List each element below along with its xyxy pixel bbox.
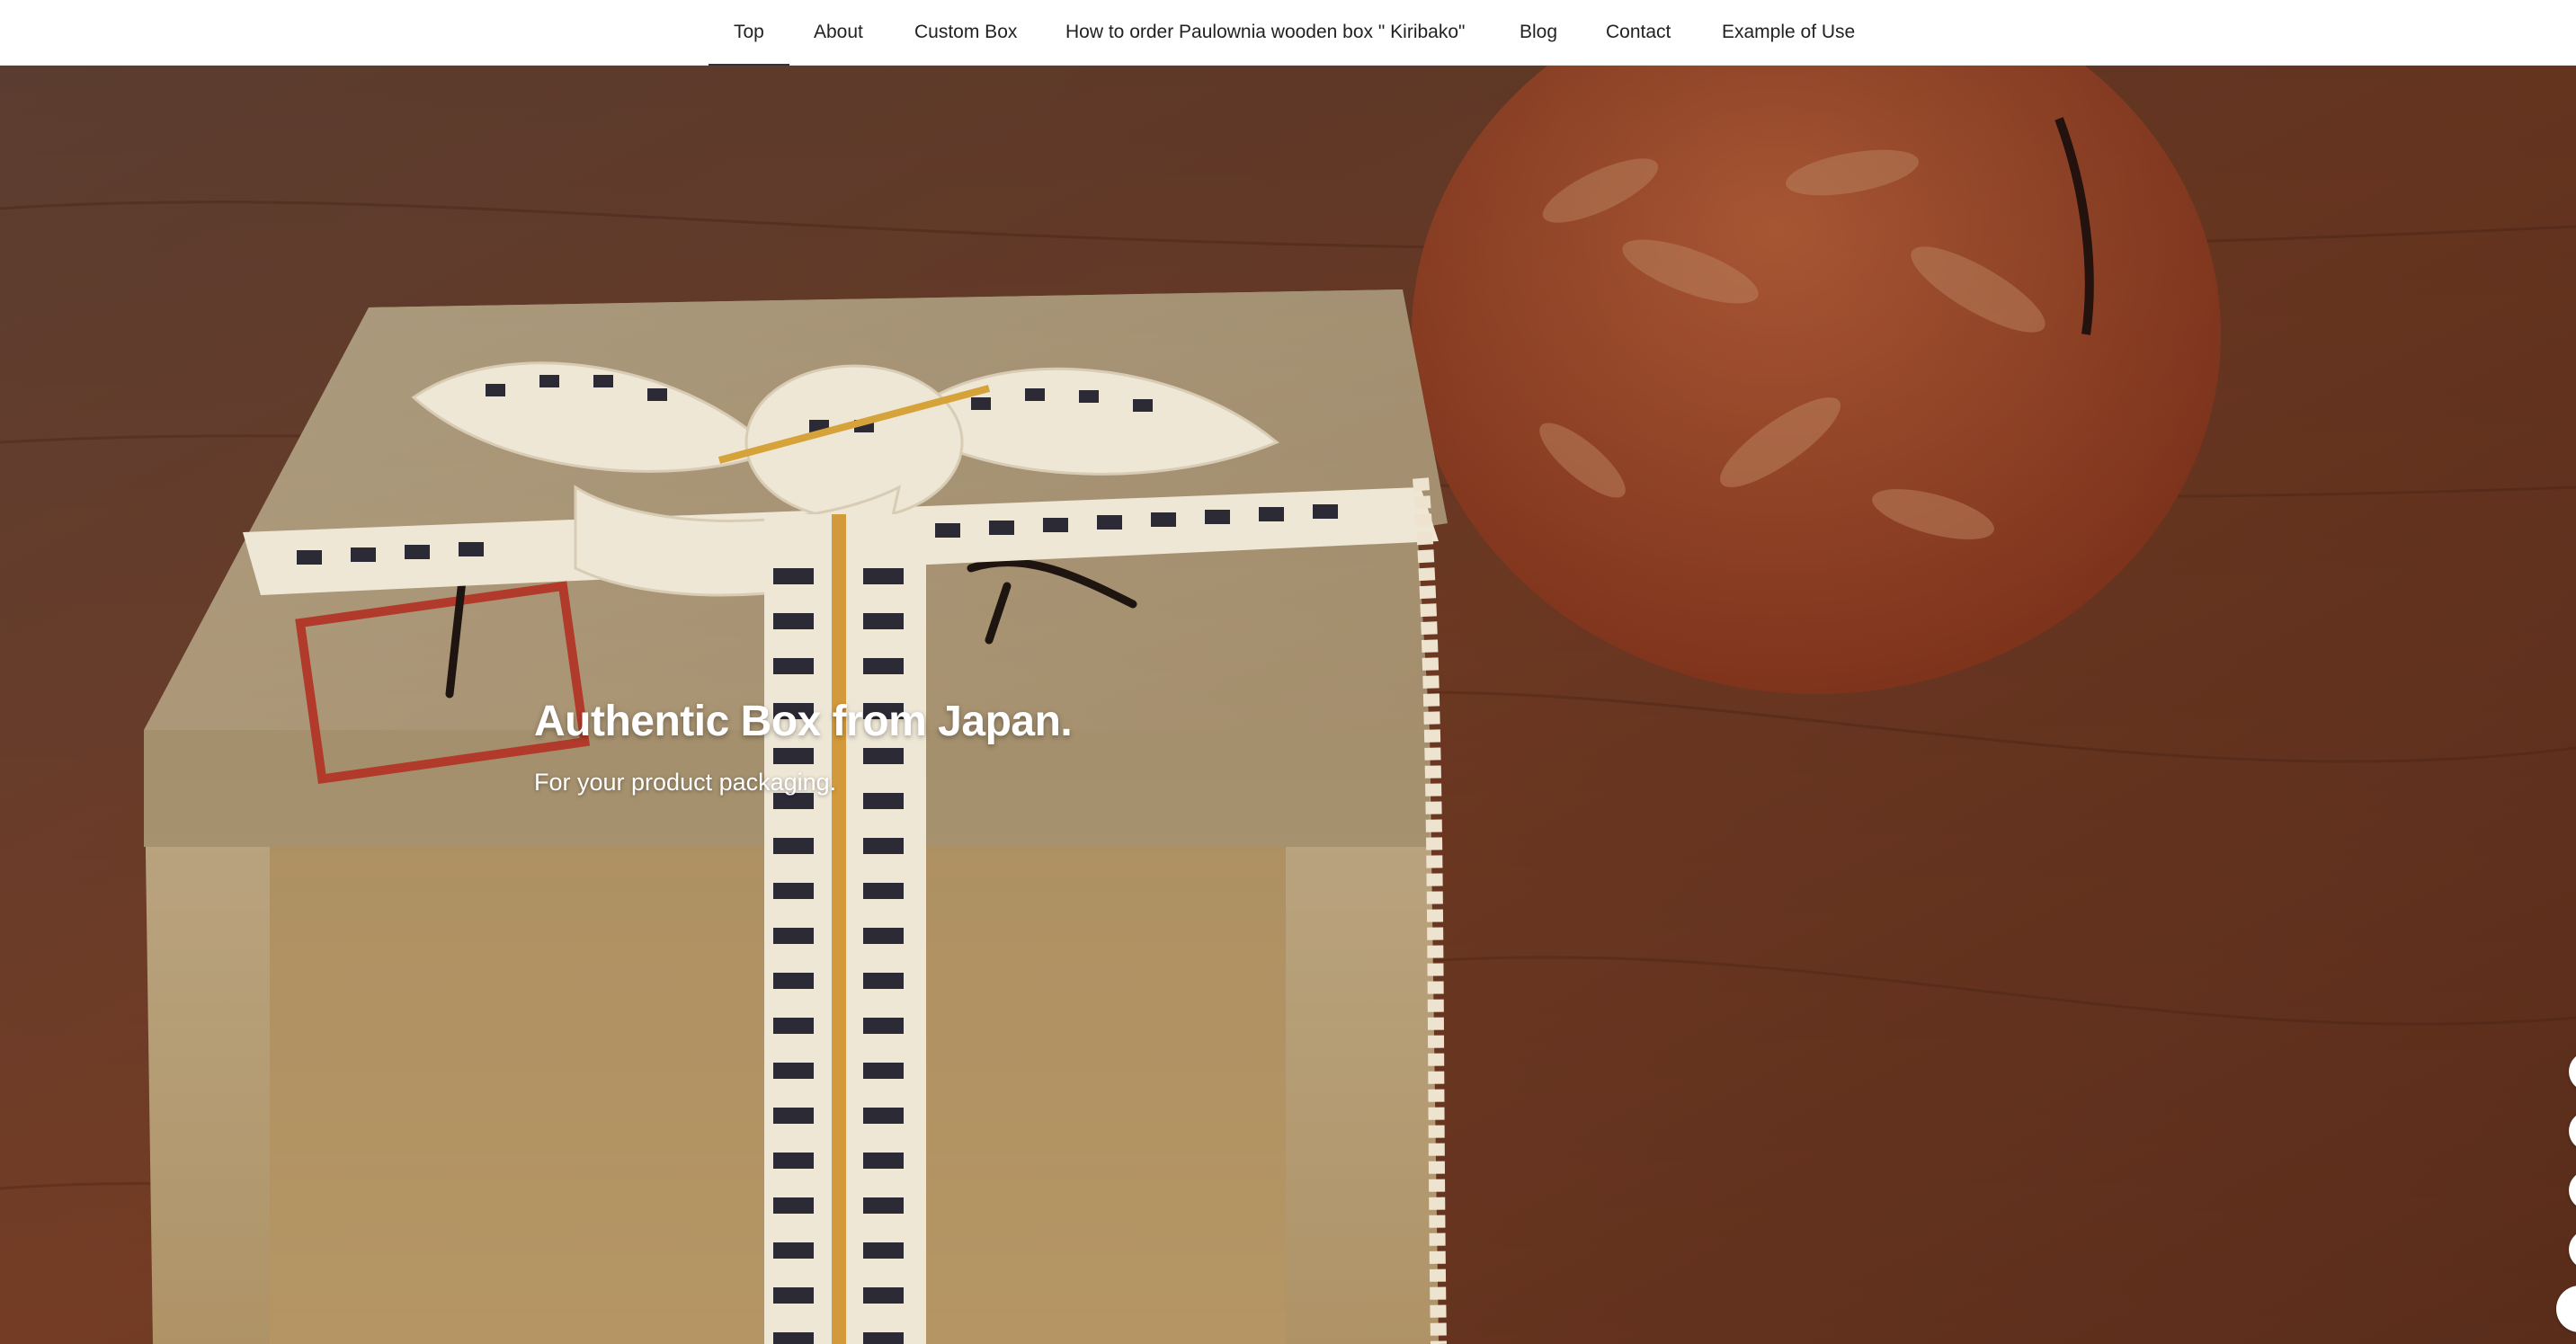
hero-photo	[0, 65, 2576, 1344]
nav-blog[interactable]: Blog	[1520, 0, 1557, 65]
nav-example-of-use[interactable]: Example of Use	[1722, 0, 1855, 65]
nav-how-to-order[interactable]: How to order Paulownia wooden box " Kiri…	[1065, 0, 1466, 65]
nav-about[interactable]: About	[814, 0, 863, 65]
nav-contact[interactable]: Contact	[1606, 0, 1671, 65]
top-navigation: Top About Custom Box How to order Paulow…	[0, 0, 2576, 66]
nav-top[interactable]: Top	[709, 0, 789, 66]
hero-subtitle: For your product packaging.	[534, 769, 837, 796]
nav-custom-box[interactable]: Custom Box	[914, 0, 1017, 65]
hero-title: Authentic Box from Japan.	[534, 698, 1073, 745]
hero-banner: Authentic Box from Japan. For your produ…	[0, 65, 2576, 1344]
